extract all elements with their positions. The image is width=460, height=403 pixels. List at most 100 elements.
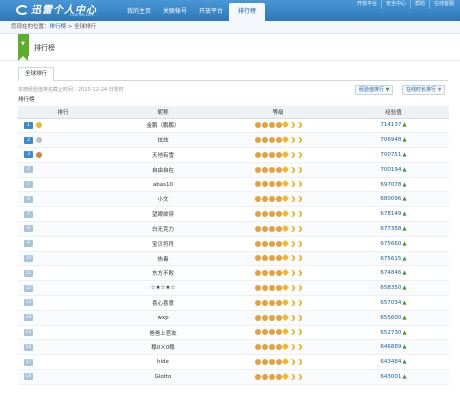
- toplink-help[interactable]: 帮助: [409, 0, 429, 9]
- tab-global-ranking[interactable]: 全球排行: [18, 67, 54, 81]
- toplink-open-platform[interactable]: 开放平台: [353, 0, 381, 9]
- sun-icon: [281, 195, 289, 203]
- sun-icon: [281, 121, 289, 129]
- exp-value: 658350: [380, 285, 402, 292]
- sun-icon: [281, 135, 289, 143]
- level-icons: [254, 195, 302, 203]
- level-icons: [254, 180, 302, 188]
- nickname-cell[interactable]: 小文: [108, 191, 218, 208]
- exp-value: 655600: [380, 314, 402, 321]
- crown-icon: [268, 329, 275, 336]
- table-row: 8 白无克力 677358▲: [18, 221, 449, 237]
- crown-icon: [261, 358, 268, 365]
- nickname-cell[interactable]: 炫炫: [108, 132, 218, 149]
- nickname-cell[interactable]: 天地有雪: [108, 147, 218, 163]
- nickname-cell[interactable]: 自由自在: [108, 162, 218, 178]
- nickname-cell[interactable]: 爸爸上官友: [108, 325, 218, 341]
- online-ranking-button[interactable]: 在线时长排行 ▼: [402, 85, 446, 95]
- level-icons: [254, 224, 302, 232]
- moon-icon: [289, 285, 295, 291]
- crown-icon: [275, 136, 282, 143]
- nickname-cell[interactable]: 宝贝符符: [108, 236, 218, 252]
- moon-icon: [289, 167, 295, 173]
- toplink-security[interactable]: 安全中心: [380, 0, 410, 9]
- moon-icon: [289, 211, 295, 217]
- ribbon-icon: ▼: [18, 34, 29, 61]
- nav-linked-accounts[interactable]: 关联帐号: [157, 0, 193, 21]
- crown-icon: [261, 344, 268, 351]
- crown-icon: [254, 122, 261, 129]
- nav-open-platform[interactable]: 开放平台: [193, 0, 229, 21]
- crown-icon: [268, 373, 275, 380]
- up-arrow-icon: ▲: [402, 314, 407, 321]
- crown-icon: [261, 151, 268, 158]
- crown-icon: [268, 240, 275, 247]
- table-row: 13 喜心喜意 657034▲: [18, 295, 449, 311]
- crown-icon: [268, 314, 275, 321]
- nav-home[interactable]: 我的主页: [121, 0, 157, 21]
- rank-cell: 11: [18, 265, 108, 282]
- level-cell: [218, 221, 338, 237]
- crown-icon: [261, 196, 268, 203]
- table-row: 2 炫炫 706948▲: [18, 132, 449, 149]
- online-ranking-label: 在线时长排行: [406, 87, 437, 93]
- crown-icon: [268, 225, 275, 232]
- breadcrumb-prefix: 您现在的位置：: [11, 24, 50, 30]
- down-arrow-icon: ▼: [437, 87, 442, 93]
- breadcrumb-link-ranking[interactable]: 排行榜: [50, 24, 67, 30]
- table-header-row: 排行 昵称 等级 经验值: [18, 106, 449, 119]
- notice-bar: 本榜经验值排名截止时间：2015-12-24 日零时 经验值排行 ▼ 在线时长排…: [0, 81, 460, 95]
- crown-icon: [268, 299, 275, 306]
- exp-ranking-label: 经验值排行: [359, 87, 385, 93]
- table-row: 10 热毒 675615▲: [18, 251, 449, 267]
- nickname-cell[interactable]: 热毒: [108, 251, 218, 267]
- nickname-cell[interactable]: 白无克力: [108, 221, 218, 237]
- crown-icon: [275, 329, 282, 336]
- crown-icon: [268, 181, 275, 188]
- table-row: 18 Giotto 643001▲: [18, 369, 449, 385]
- level-icons: [254, 209, 302, 217]
- crown-icon: [254, 166, 261, 173]
- crown-icon: [275, 284, 282, 291]
- exp-ranking-button[interactable]: 经验值排行 ▼: [355, 85, 394, 95]
- exp-value: 643001: [380, 373, 402, 380]
- up-arrow-icon: ▲: [402, 344, 407, 351]
- nav-ranking[interactable]: 排行榜: [229, 3, 266, 21]
- nickname-cell[interactable]: hide: [108, 354, 218, 371]
- crown-icon: [275, 270, 282, 277]
- rank-badge: 1: [24, 121, 33, 129]
- nickname-cell[interactable]: 稳0ㄨ0稳: [108, 339, 218, 356]
- up-arrow-icon: ▲: [402, 181, 407, 188]
- moon-icon: [296, 167, 302, 173]
- crown-icon: [261, 210, 268, 217]
- crown-icon: [275, 225, 282, 232]
- table-body: 1 金鹏（鹏鹏） 714137▲ 2 炫炫 706948▲ 3 天地有雪 700751▲ 4 自由自…: [18, 118, 449, 385]
- sun-icon: [281, 239, 289, 247]
- nickname-cell[interactable]: 望眼欲穿: [108, 206, 218, 223]
- crown-icon: [275, 314, 282, 321]
- exp-cell: 714137▲: [338, 118, 449, 134]
- nickname-cell[interactable]: 东方不败: [108, 265, 218, 282]
- rank-badge: 18: [24, 373, 33, 381]
- table-row: 7 望眼欲穿 678149▲: [18, 206, 449, 223]
- rank-badge: 16: [24, 343, 33, 351]
- rank-badge: 8: [24, 225, 33, 233]
- table-row: 12 ☆★☆★☆ 658350▲: [18, 280, 449, 297]
- crown-icon: [268, 270, 275, 277]
- rank-badge: 5: [24, 181, 33, 189]
- crown-icon: [261, 225, 268, 232]
- nickname-cell[interactable]: 金鹏（鹏鹏）: [108, 118, 218, 134]
- toplink-support[interactable]: 在线客服: [428, 0, 458, 9]
- level-icons: [254, 372, 302, 380]
- nickname-cell[interactable]: Giotto: [108, 369, 218, 385]
- nickname-cell[interactable]: 喜心喜意: [108, 295, 218, 311]
- crown-icon: [275, 240, 282, 247]
- sun-icon: [281, 372, 289, 380]
- level-icons: [254, 165, 302, 173]
- nickname-cell[interactable]: abas10: [108, 177, 218, 193]
- rank-cell: 1: [18, 118, 108, 134]
- moon-icon: [289, 374, 295, 380]
- nickname-cell[interactable]: ☆★☆★☆: [108, 280, 218, 297]
- rank-cell: 17: [18, 354, 108, 371]
- nickname-cell[interactable]: wxp: [108, 310, 218, 326]
